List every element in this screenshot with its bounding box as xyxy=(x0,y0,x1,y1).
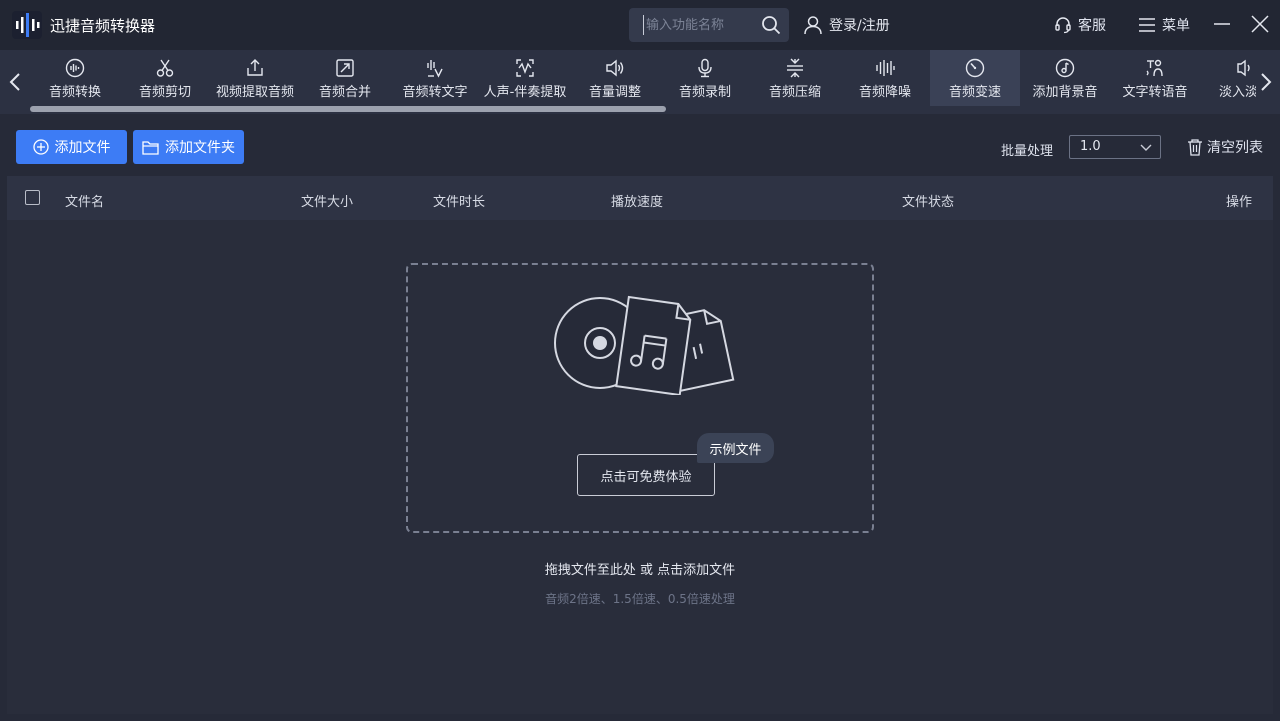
add-file-label: 添加文件 xyxy=(54,140,111,156)
tool-list: 音频转换 音频剪切 视频提取音频 音频合并 音频转文字 人声-伴奏提取 音量调整… xyxy=(30,50,1256,106)
plus-circle-icon xyxy=(32,139,49,155)
service-label: 客服 xyxy=(1078,18,1106,34)
audio-convert-icon xyxy=(65,58,85,78)
add-file-button[interactable]: 添加文件 xyxy=(16,130,127,164)
col-speed: 播放速度 xyxy=(611,195,664,210)
vocal-extract-icon xyxy=(516,59,534,77)
login-button[interactable]: 登录/注册 xyxy=(803,13,890,37)
scissors-icon xyxy=(156,59,174,77)
upload-icon xyxy=(247,59,263,76)
col-ops: 操作 xyxy=(1226,195,1253,210)
app-logo-icon xyxy=(12,11,42,39)
tool-volume-adjust[interactable]: 音量调整 xyxy=(570,50,660,106)
tool-audio-record[interactable]: 音频录制 xyxy=(660,50,750,106)
tool-add-background-music[interactable]: 添加背景音 xyxy=(1020,50,1110,106)
search-icon[interactable] xyxy=(761,15,781,35)
col-status: 文件状态 xyxy=(902,195,955,210)
app-title: 迅捷音频转换器 xyxy=(50,17,156,35)
drop-sub-hint: 音频2倍速、1.5倍速、0.5倍速处理 xyxy=(545,592,735,606)
tool-fade[interactable]: 淡入淡出 xyxy=(1200,50,1256,106)
search-box[interactable] xyxy=(629,8,789,42)
trash-icon xyxy=(1188,138,1202,156)
add-folder-button[interactable]: 添加文件夹 xyxy=(133,130,244,164)
folder-icon xyxy=(142,140,159,155)
tool-audio-merge[interactable]: 音频合并 xyxy=(300,50,390,106)
chevron-right-icon[interactable] xyxy=(1256,70,1276,94)
batch-label: 批量处理 xyxy=(1001,144,1054,159)
merge-icon xyxy=(336,59,354,77)
col-size: 文件大小 xyxy=(301,195,354,210)
login-label: 登录/注册 xyxy=(829,18,890,34)
microphone-icon xyxy=(698,58,712,78)
title-bar: 迅捷音频转换器 登录/注册 客服 菜单 xyxy=(0,0,1280,50)
audio-to-text-icon xyxy=(427,60,443,78)
batch-speed-value: 1.0 xyxy=(1080,139,1101,154)
drop-hint: 拖拽文件至此处 或 点击添加文件 xyxy=(544,563,736,578)
fade-icon xyxy=(1237,59,1250,77)
select-all-checkbox[interactable] xyxy=(25,190,40,205)
compress-icon xyxy=(787,58,803,78)
tool-audio-cut[interactable]: 音频剪切 xyxy=(120,50,210,106)
audio-files-illustration-icon xyxy=(554,295,735,395)
tool-audio-speed[interactable]: 音频变速 xyxy=(930,50,1020,106)
music-note-icon xyxy=(1055,58,1075,78)
tool-audio-denoise[interactable]: 音频降噪 xyxy=(840,50,930,106)
text-to-speech-icon xyxy=(1146,59,1163,77)
search-input[interactable] xyxy=(643,15,753,35)
tool-label: 淡入淡出 xyxy=(1218,85,1256,100)
sample-file-tag[interactable]: 示例文件 xyxy=(697,433,774,463)
speed-dial-icon xyxy=(965,58,985,78)
tool-vocal-extract[interactable]: 人声-伴奏提取 xyxy=(480,50,570,106)
tool-text-to-speech[interactable]: 文字转语音 xyxy=(1110,50,1200,106)
chevron-left-icon[interactable] xyxy=(5,70,25,94)
denoise-icon xyxy=(876,60,895,76)
col-name: 文件名 xyxy=(65,195,105,210)
tool-audio-convert[interactable]: 音频转换 xyxy=(30,50,120,106)
user-icon xyxy=(804,16,822,35)
hamburger-icon xyxy=(1139,18,1155,32)
batch-speed-select[interactable]: 1.0 xyxy=(1069,135,1161,159)
tool-audio-compress[interactable]: 音频压缩 xyxy=(750,50,840,106)
add-folder-label: 添加文件夹 xyxy=(165,140,235,156)
headset-icon xyxy=(1055,17,1071,34)
minimize-icon[interactable] xyxy=(1212,14,1232,34)
col-duration: 文件时长 xyxy=(433,195,486,210)
tool-bar: 音频转换 音频剪切 视频提取音频 音频合并 音频转文字 人声-伴奏提取 音量调整… xyxy=(0,50,1280,114)
tool-scrollbar[interactable] xyxy=(30,106,666,112)
chevron-down-icon xyxy=(1140,144,1152,151)
clear-list-button[interactable]: 清空列表 xyxy=(1187,137,1263,157)
menu-button[interactable]: 菜单 xyxy=(1138,13,1190,37)
drop-zone[interactable]: 点击可免费体验 示例文件 xyxy=(406,263,874,533)
customer-service-button[interactable]: 客服 xyxy=(1054,13,1106,37)
tool-audio-to-text[interactable]: 音频转文字 xyxy=(390,50,480,106)
speaker-icon xyxy=(606,59,624,77)
file-table-header: 文件名 文件大小 文件时长 播放速度 文件状态 操作 xyxy=(7,176,1273,220)
close-icon[interactable] xyxy=(1250,14,1270,34)
free-trial-button[interactable]: 点击可免费体验 xyxy=(577,454,715,496)
tool-video-extract-audio[interactable]: 视频提取音频 xyxy=(210,50,300,106)
menu-label: 菜单 xyxy=(1162,18,1190,34)
clear-list-label: 清空列表 xyxy=(1207,140,1263,156)
